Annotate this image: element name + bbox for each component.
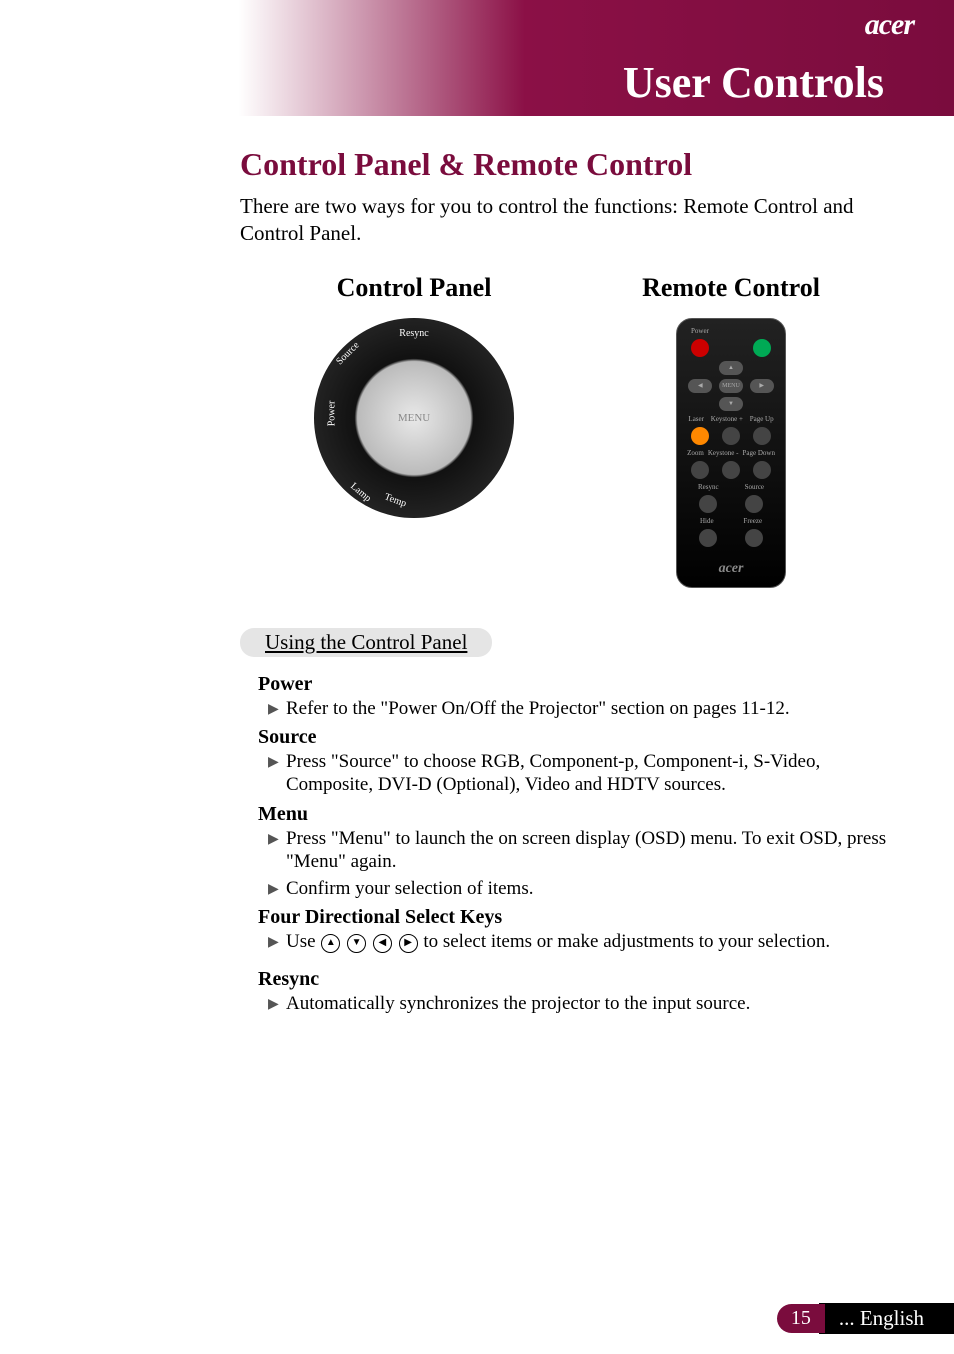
directional-prefix: Use — [286, 931, 320, 952]
control-panel-figure: MENU Resync Source Power Lamp Temp — [314, 318, 514, 518]
intro-text: There are two ways for you to control th… — [240, 193, 894, 248]
remote-e-button-icon — [753, 339, 771, 357]
header-title: User Controls — [623, 57, 884, 108]
remote-keystone-plus-label: Keystone + — [711, 415, 743, 423]
page-number-badge: 15 — [777, 1304, 825, 1333]
right-arrow-icon: ▶ — [399, 934, 418, 953]
content-area: Control Panel & Remote Control There are… — [0, 116, 954, 1354]
item-head-resync: Resync — [258, 968, 894, 991]
remote-freeze-button-icon — [745, 529, 763, 547]
remote-left-icon: ◀ — [688, 379, 712, 393]
remote-source-button-icon — [745, 495, 763, 513]
bullet-power-0: ▶ Refer to the "Power On/Off the Project… — [268, 698, 894, 721]
remote-control-figure: Power ▲ ◀MENU▶ ▼ LaserKeystone +Page Up … — [676, 318, 786, 588]
figure-columns: Control Panel MENU Resync Source Power L… — [240, 273, 894, 588]
triangle-bullet-icon: ▶ — [268, 751, 286, 772]
remote-down-icon: ▼ — [719, 397, 743, 411]
bullet-directional-0: ▶ Use ▲ ▼ ◀ ▶ to select items or make ad… — [268, 931, 894, 954]
remote-page-up-button-icon — [753, 427, 771, 445]
remote-keystone-minus-button-icon — [722, 461, 740, 479]
item-head-power: Power — [258, 673, 894, 696]
remote-hide-button-icon — [699, 529, 717, 547]
directional-suffix: to select items or make adjustments to y… — [423, 931, 830, 952]
bullet-text: Refer to the "Power On/Off the Projector… — [286, 698, 894, 721]
item-head-source: Source — [258, 726, 894, 749]
triangle-bullet-icon: ▶ — [268, 931, 286, 952]
bullet-menu-0: ▶ Press "Menu" to launch the on screen d… — [268, 828, 894, 874]
remote-menu-button: MENU — [719, 379, 743, 393]
bullet-resync-0: ▶ Automatically synchronizes the project… — [268, 993, 894, 1016]
remote-resync-label: Resync — [698, 483, 719, 491]
panel-menu-label: MENU — [398, 412, 430, 424]
column-remote-control: Remote Control Power ▲ ◀ MENU ▶ ▼ Laser Key… — [642, 273, 820, 588]
remote-keystone-plus-button-icon — [722, 427, 740, 445]
panel-power-label: Power — [326, 400, 337, 426]
column-head-control-panel: Control Panel — [314, 273, 514, 303]
down-arrow-icon: ▼ — [347, 934, 366, 953]
panel-lamp-label: Lamp — [348, 480, 373, 503]
remote-page-up-label: Page Up — [750, 415, 774, 423]
column-control-panel: Control Panel MENU Resync Source Power L… — [314, 273, 514, 588]
bullet-menu-1: ▶ Confirm your selection of items. — [268, 878, 894, 901]
remote-laser-label: Laser — [688, 415, 704, 423]
brand-logo: acer — [865, 8, 914, 42]
bullet-source-0: ▶ Press "Source" to choose RGB, Componen… — [268, 751, 894, 797]
remote-page-down-button-icon — [753, 461, 771, 479]
remote-freeze-label: Freeze — [743, 517, 762, 525]
item-head-directional: Four Directional Select Keys — [258, 906, 894, 929]
remote-brand-label: acer — [677, 561, 785, 577]
page-header: acer User Controls — [0, 0, 954, 116]
remote-page-down-label: Page Down — [742, 449, 774, 457]
triangle-bullet-icon: ▶ — [268, 993, 286, 1014]
left-arrow-icon: ◀ — [373, 934, 392, 953]
item-head-menu: Menu — [258, 803, 894, 826]
bullet-text: Use ▲ ▼ ◀ ▶ to select items or make adju… — [286, 931, 894, 954]
panel-resync-label: Resync — [399, 328, 428, 339]
remote-power-button-icon — [691, 339, 709, 357]
subsection-title: Using the Control Panel — [240, 628, 492, 657]
remote-laser-button-icon — [691, 427, 709, 445]
remote-zoom-label: Zoom — [687, 449, 704, 457]
bullet-text: Press "Menu" to launch the on screen dis… — [286, 828, 894, 874]
remote-hide-label: Hide — [700, 517, 714, 525]
language-bar: ... English — [819, 1303, 954, 1334]
page-footer: 15 ... English — [777, 1303, 954, 1334]
panel-temp-label: Temp — [383, 491, 408, 509]
remote-source-label: Source — [745, 483, 764, 491]
remote-resync-button-icon — [699, 495, 717, 513]
remote-right-icon: ▶ — [750, 379, 774, 393]
column-head-remote-control: Remote Control — [642, 273, 820, 303]
section-title: Control Panel & Remote Control — [240, 146, 894, 183]
triangle-bullet-icon: ▶ — [268, 828, 286, 849]
bullet-text: Press "Source" to choose RGB, Component-… — [286, 751, 894, 797]
remote-power-label: Power — [685, 327, 777, 335]
bullet-text: Automatically synchronizes the projector… — [286, 993, 894, 1016]
bullet-text: Confirm your selection of items. — [286, 878, 894, 901]
remote-keystone-minus-label: Keystone - — [708, 449, 739, 457]
triangle-bullet-icon: ▶ — [268, 698, 286, 719]
up-arrow-icon: ▲ — [321, 934, 340, 953]
remote-zoom-button-icon — [691, 461, 709, 479]
triangle-bullet-icon: ▶ — [268, 878, 286, 899]
panel-source-label: Source — [334, 339, 361, 366]
remote-up-icon: ▲ — [719, 361, 743, 375]
